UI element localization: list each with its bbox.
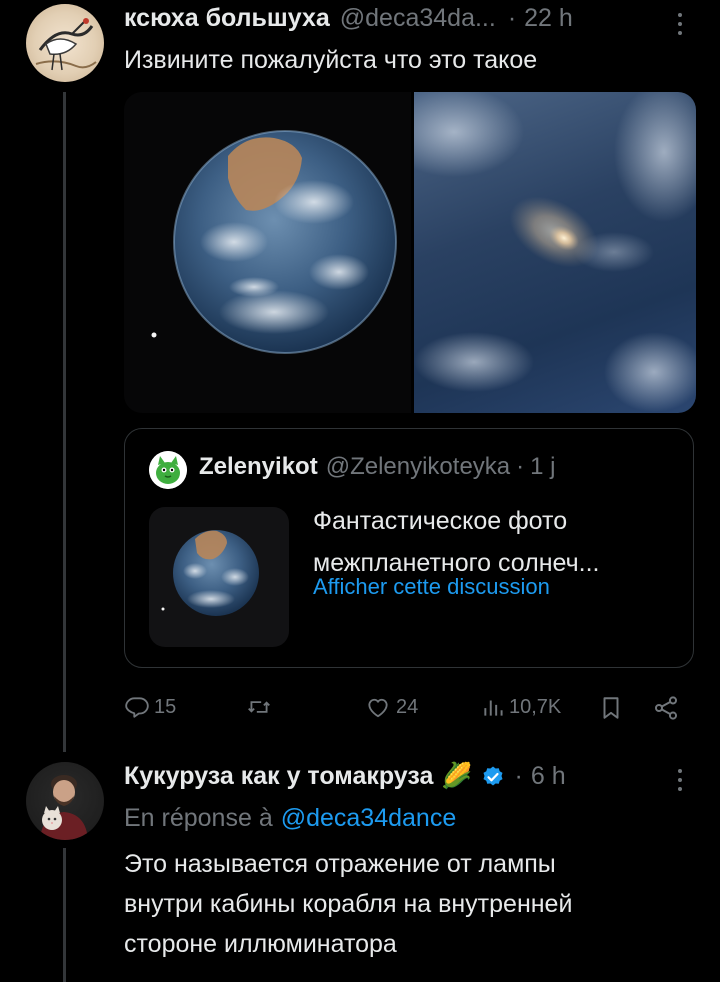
retweet-button[interactable] [244, 694, 274, 720]
share-button[interactable] [652, 694, 680, 722]
media-earth-photo[interactable] [124, 92, 411, 413]
tweet1-header: ксюха большуха @deca34da... · 22 h [124, 4, 573, 33]
more-icon[interactable] [670, 10, 690, 36]
crane-artwork-icon [35, 18, 97, 71]
views-icon [484, 700, 503, 716]
author-name[interactable]: ксюха большуха [124, 4, 330, 33]
corn-emoji: 🌽 [441, 762, 473, 790]
bookmark-button[interactable] [598, 694, 624, 722]
separator-dot: · [514, 762, 523, 790]
earth-image [151, 130, 397, 354]
tweet2-text-line2: внутри кабины корабля на внутренней [124, 890, 573, 918]
share-icon [654, 696, 678, 720]
reply-context: En réponse à @deca34dance [124, 804, 456, 833]
earth-thumbnail-image [161, 530, 259, 616]
reply-button[interactable]: 15 [124, 694, 176, 720]
media-ocean-closeup[interactable] [414, 92, 696, 413]
quote-author-name[interactable]: Zelenyikot [199, 453, 318, 481]
author-handle[interactable]: @deca34da... [340, 4, 496, 33]
tweet-time[interactable]: 22 h [524, 4, 573, 33]
thread-line-top [63, 92, 66, 752]
verified-badge-icon [481, 765, 505, 789]
like-count: 24 [396, 695, 419, 718]
quote-thumbnail[interactable] [149, 507, 289, 647]
thread-line-bottom [63, 848, 66, 982]
like-button[interactable]: 24 [364, 694, 418, 720]
quote-header: Zelenyikot @Zelenyikoteyka · 1 j [199, 453, 556, 481]
avatar-ksyuha[interactable] [26, 4, 104, 82]
quoted-tweet-card[interactable]: Zelenyikot @Zelenyikoteyka · 1 j Фантаст… [124, 428, 694, 668]
tweet2-text-line1: Это называется отражение от лампы [124, 850, 556, 878]
separator-dot: · [516, 453, 525, 480]
tweet-time[interactable]: 6 h [531, 762, 566, 791]
reply-to-handle[interactable]: @deca34dance [281, 804, 457, 833]
more-icon[interactable] [670, 766, 690, 792]
tweet1-text: Извините пожалуйста что это такое [124, 46, 538, 74]
person-with-cat-artwork-icon [40, 775, 88, 840]
author-name[interactable]: Кукуруза как у томакруза [124, 762, 433, 791]
reply-icon [125, 697, 149, 718]
avatar-kukuruza[interactable] [26, 762, 104, 840]
views-button[interactable]: 10,7K [481, 694, 561, 720]
bookmark-icon [603, 697, 619, 719]
quote-author-handle[interactable]: @Zelenyikoteyka [326, 453, 510, 481]
tweet2-header: Кукуруза как у томакруза 🌽 · 6 h [124, 762, 566, 791]
quote-time[interactable]: 1 j [530, 453, 555, 481]
avatar-zelenyikot[interactable] [149, 451, 187, 489]
green-cat-icon [149, 451, 187, 489]
retweet-icon [248, 701, 270, 713]
views-count: 10,7K [509, 695, 562, 718]
tweet1-action-bar: 15 24 10,7K [0, 688, 720, 728]
ocean-closeup-image [414, 92, 696, 412]
heart-icon [368, 698, 388, 718]
tweet2-text-line3: стороне иллюминатора [124, 930, 397, 958]
quote-text-line1: Фантастическое фото [313, 507, 568, 535]
show-thread-link[interactable]: Afficher cette discussion [313, 572, 550, 602]
reply-prefix: En réponse à [124, 804, 273, 832]
separator-dot: · [507, 4, 517, 32]
reply-count: 15 [154, 695, 177, 718]
